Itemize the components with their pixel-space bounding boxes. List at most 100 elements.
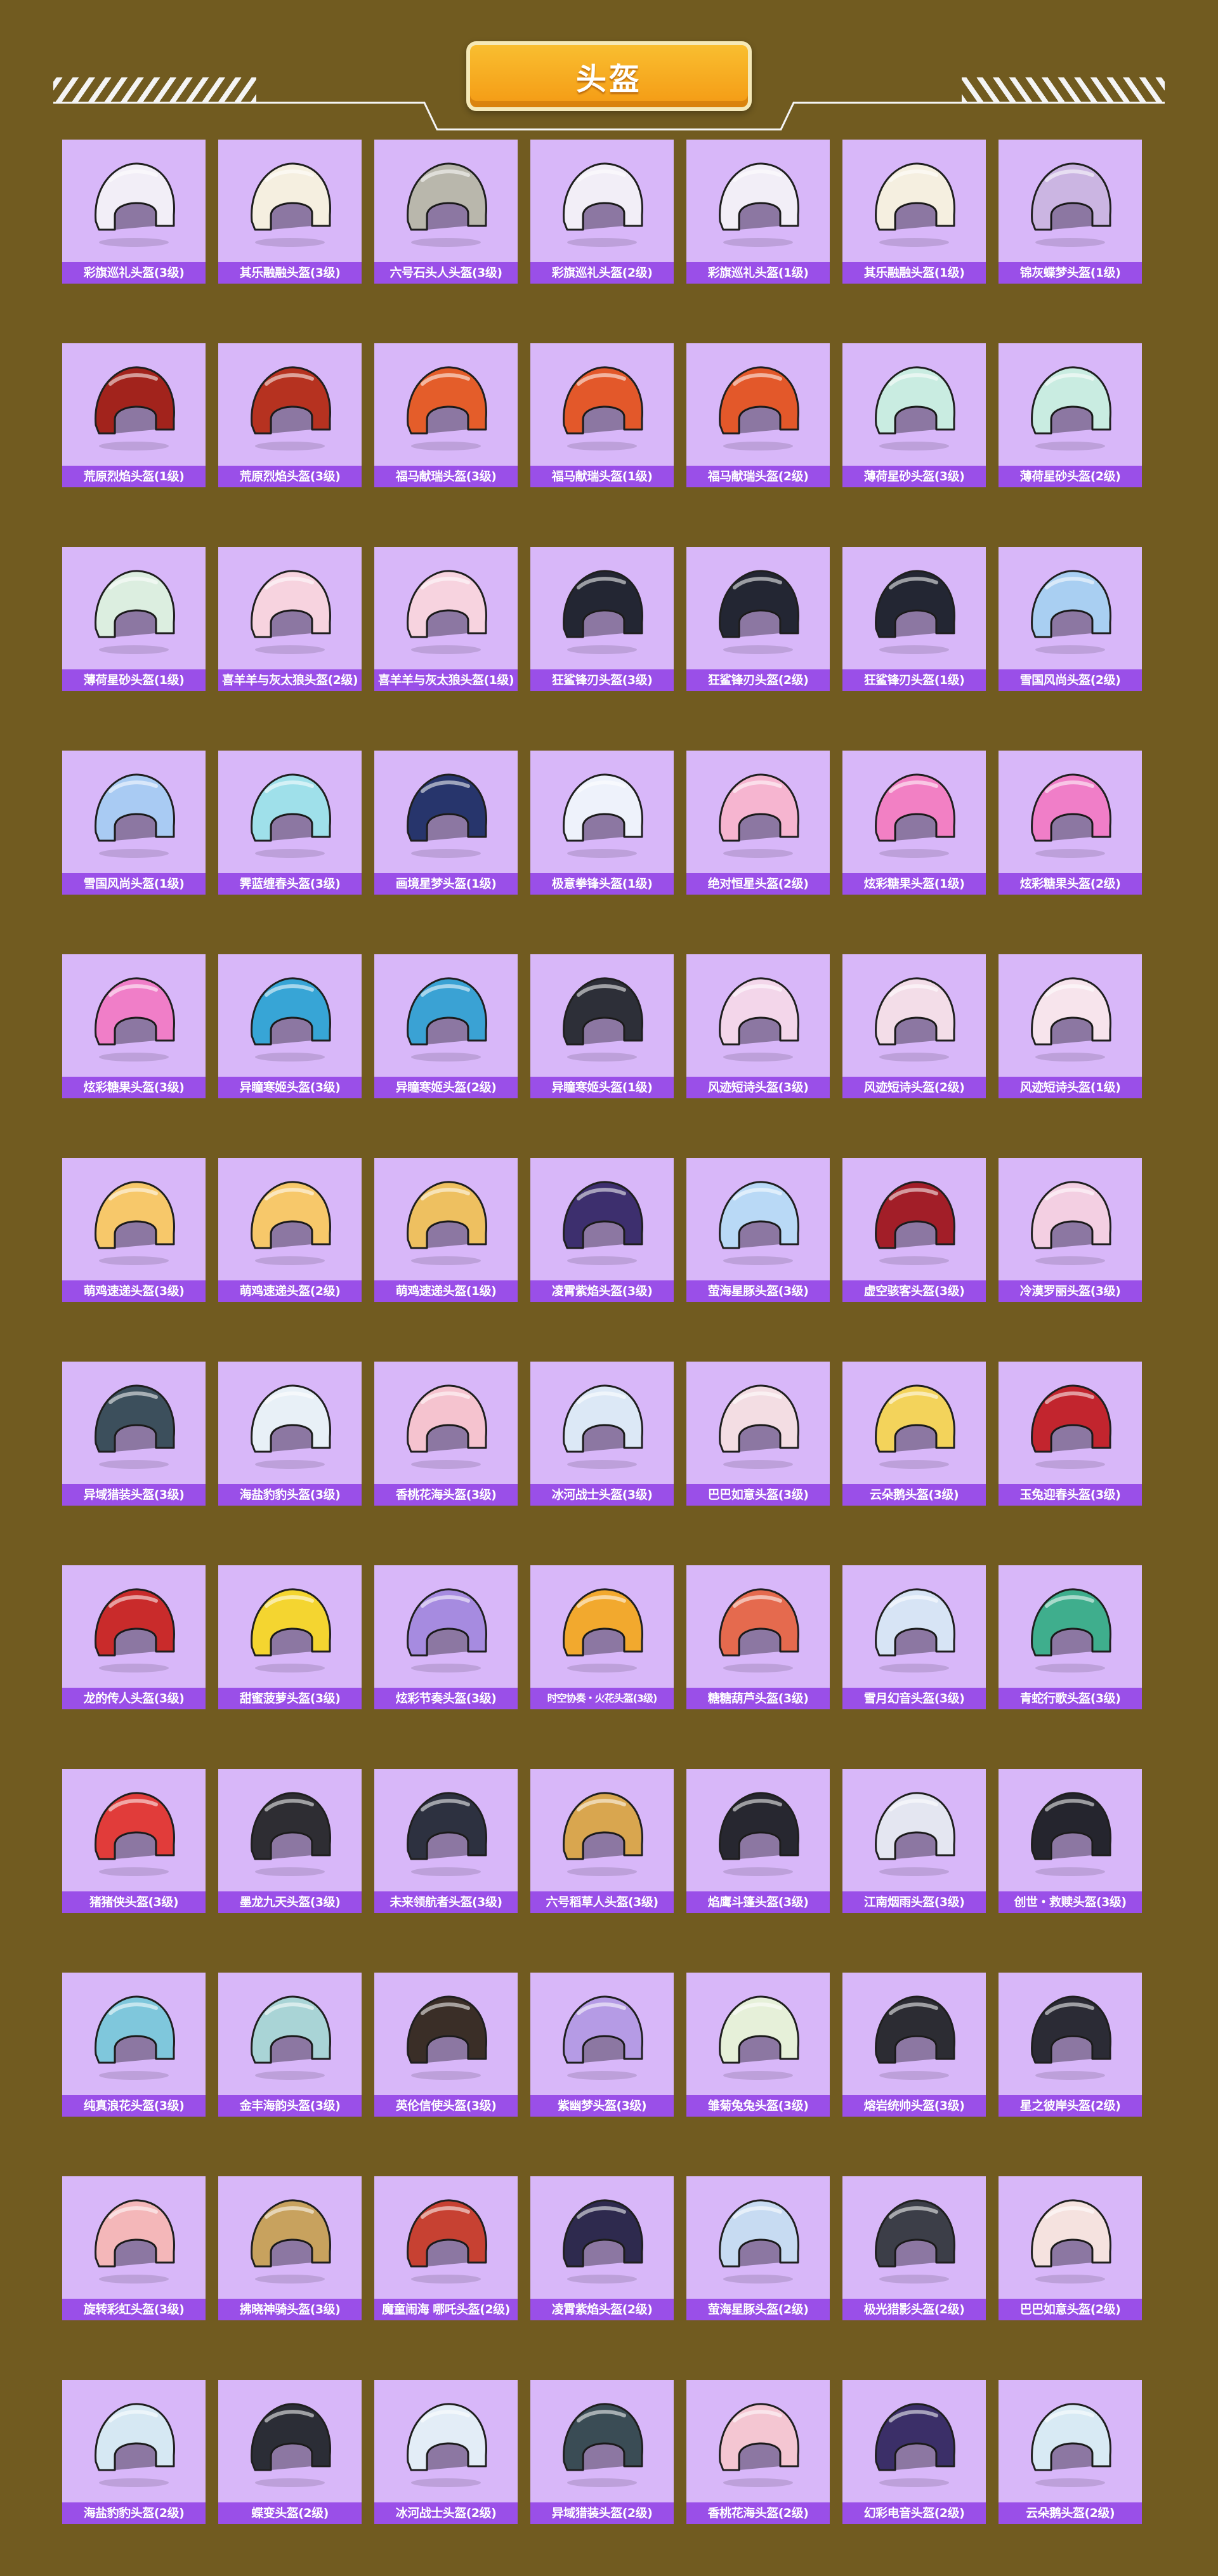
helmet-card[interactable]: 萌鸡速递头盔(1级) — [374, 1158, 518, 1302]
helmet-card[interactable]: 雪月幻音头盔(3级) — [842, 1565, 986, 1709]
helmet-card[interactable]: 异瞳寒姬头盔(3级) — [218, 954, 362, 1098]
helmet-card[interactable]: 霁蓝缠春头盔(3级) — [218, 751, 362, 895]
helmet-card[interactable]: 异瞳寒姬头盔(2级) — [374, 954, 518, 1098]
helmet-card[interactable]: 萤海星豚头盔(3级) — [686, 1158, 830, 1302]
helmet-card[interactable]: 极光猎影头盔(2级) — [842, 2176, 986, 2320]
helmet-card[interactable]: 金丰海韵头盔(3级) — [218, 1973, 362, 2117]
helmet-card[interactable]: 狂鲨锋刃头盔(2级) — [686, 547, 830, 691]
helmet-card[interactable]: 喜羊羊与灰太狼头盔(1级) — [374, 547, 518, 691]
helmet-card[interactable]: 龙的传人头盔(3级) — [62, 1565, 206, 1709]
helmet-card[interactable]: 星之彼岸头盔(2级) — [999, 1973, 1142, 2117]
helmet-card[interactable]: 英伦信使头盔(3级) — [374, 1973, 518, 2117]
helmet-card-label: 甜蜜菠萝头盔(3级) — [218, 1688, 362, 1709]
helmet-card[interactable]: 狂鲨锋刃头盔(1级) — [842, 547, 986, 691]
helmet-card[interactable]: 香桃花海头盔(2级) — [686, 2380, 830, 2524]
helmet-card[interactable]: 雏菊兔兔头盔(3级) — [686, 1973, 830, 2117]
helmet-level3-icon — [686, 1158, 830, 1283]
helmet-level3-icon — [218, 1362, 362, 1487]
helmet-card[interactable]: 紫幽梦头盔(3级) — [530, 1973, 674, 2117]
helmet-level3-icon — [62, 1362, 206, 1487]
helmet-grid: 彩旗巡礼头盔(3级) 其乐融融头盔(3级) 六号石头人头盔(3级) 彩旗巡礼头盔(2级… — [62, 140, 1142, 2524]
helmet-card[interactable]: 炫彩节奏头盔(3级) — [374, 1565, 518, 1709]
helmet-card[interactable]: 焰鹰斗篷头盔(3级) — [686, 1769, 830, 1913]
helmet-card[interactable]: 海盐豹豹头盔(3级) — [218, 1362, 362, 1506]
helmet-card[interactable]: 巴巴如意头盔(3级) — [686, 1362, 830, 1506]
helmet-card[interactable]: 异域猎装头盔(3级) — [62, 1362, 206, 1506]
helmet-card[interactable]: 冰河战士头盔(2级) — [374, 2380, 518, 2524]
helmet-card[interactable]: 时空协奏・火花头盔(3级) — [530, 1565, 674, 1709]
helmet-card[interactable]: 墨龙九天头盔(3级) — [218, 1769, 362, 1913]
helmet-card-label: 拂晓神骑头盔(3级) — [218, 2299, 362, 2320]
helmet-card[interactable]: 萤海星豚头盔(2级) — [686, 2176, 830, 2320]
helmet-card[interactable]: 其乐融融头盔(1级) — [842, 140, 986, 284]
helmet-card[interactable]: 薄荷星砂头盔(3级) — [842, 343, 986, 487]
helmet-card[interactable]: 画境星梦头盔(1级) — [374, 751, 518, 895]
helmet-card[interactable]: 拂晓神骑头盔(3级) — [218, 2176, 362, 2320]
helmet-card[interactable]: 雪国风尚头盔(1级) — [62, 751, 206, 895]
helmet-card[interactable]: 江南烟雨头盔(3级) — [842, 1769, 986, 1913]
helmet-card[interactable]: 虚空骇客头盔(3级) — [842, 1158, 986, 1302]
helmet-card[interactable]: 猪猪侠头盔(3级) — [62, 1769, 206, 1913]
helmet-card-label: 纯真浪花头盔(3级) — [62, 2095, 206, 2117]
helmet-card[interactable]: 甜蜜菠萝头盔(3级) — [218, 1565, 362, 1709]
page-title: 头盔 — [575, 62, 642, 97]
helmet-card-label: 极意拳锋头盔(1级) — [530, 873, 674, 895]
helmet-card[interactable]: 风迹短诗头盔(3级) — [686, 954, 830, 1098]
helmet-card[interactable]: 绝对恒星头盔(2级) — [686, 751, 830, 895]
helmet-card[interactable]: 未来领航者头盔(3级) — [374, 1769, 518, 1913]
helmet-card-label: 六号稻草人头盔(3级) — [530, 1891, 674, 1913]
helmet-card[interactable]: 六号稻草人头盔(3级) — [530, 1769, 674, 1913]
helmet-card[interactable]: 异瞳寒姬头盔(1级) — [530, 954, 674, 1098]
helmet-card[interactable]: 魔童闹海 哪吒头盔(2级) — [374, 2176, 518, 2320]
helmet-level3-icon — [530, 547, 674, 672]
helmet-card[interactable]: 云朵鹅头盔(2级) — [999, 2380, 1142, 2524]
helmet-card-label: 未来领航者头盔(3级) — [374, 1891, 518, 1913]
helmet-card[interactable]: 荒原烈焰头盔(3级) — [218, 343, 362, 487]
helmet-card[interactable]: 青蛇行歌头盔(3级) — [999, 1565, 1142, 1709]
helmet-card[interactable]: 萌鸡速递头盔(2级) — [218, 1158, 362, 1302]
helmet-card[interactable]: 彩旗巡礼头盔(3级) — [62, 140, 206, 284]
helmet-card[interactable]: 薄荷星砂头盔(2级) — [999, 343, 1142, 487]
helmet-card[interactable]: 云朵鹅头盔(3级) — [842, 1362, 986, 1506]
helmet-card[interactable]: 旋转彩虹头盔(3级) — [62, 2176, 206, 2320]
helmet-card[interactable]: 福马献瑞头盔(2级) — [686, 343, 830, 487]
helmet-card[interactable]: 凌霄紫焰头盔(2级) — [530, 2176, 674, 2320]
helmet-card[interactable]: 彩旗巡礼头盔(2级) — [530, 140, 674, 284]
helmet-card[interactable]: 薄荷星砂头盔(1级) — [62, 547, 206, 691]
helmet-card[interactable]: 六号石头人头盔(3级) — [374, 140, 518, 284]
helmet-card[interactable]: 异域猎装头盔(2级) — [530, 2380, 674, 2524]
helmet-level3-icon — [842, 343, 986, 468]
helmet-card[interactable]: 冰河战士头盔(3级) — [530, 1362, 674, 1506]
helmet-card[interactable]: 福马献瑞头盔(1级) — [530, 343, 674, 487]
helmet-card[interactable]: 糖糖葫芦头盔(3级) — [686, 1565, 830, 1709]
helmet-card[interactable]: 凌霄紫焰头盔(3级) — [530, 1158, 674, 1302]
helmet-card[interactable]: 香桃花海头盔(3级) — [374, 1362, 518, 1506]
helmet-card[interactable]: 巴巴如意头盔(2级) — [999, 2176, 1142, 2320]
helmet-card[interactable]: 炫彩糖果头盔(3级) — [62, 954, 206, 1098]
helmet-card[interactable]: 狂鲨锋刃头盔(3级) — [530, 547, 674, 691]
helmet-card[interactable]: 纯真浪花头盔(3级) — [62, 1973, 206, 2117]
helmet-card[interactable]: 炫彩糖果头盔(1级) — [842, 751, 986, 895]
helmet-card[interactable]: 福马献瑞头盔(3级) — [374, 343, 518, 487]
helmet-card[interactable]: 其乐融融头盔(3级) — [218, 140, 362, 284]
helmet-card[interactable]: 锦灰蝶梦头盔(1级) — [999, 140, 1142, 284]
helmet-card[interactable]: 雪国风尚头盔(2级) — [999, 547, 1142, 691]
helmet-card[interactable]: 风迹短诗头盔(1级) — [999, 954, 1142, 1098]
helmet-card[interactable]: 喜羊羊与灰太狼头盔(2级) — [218, 547, 362, 691]
helmet-card-label: 焰鹰斗篷头盔(3级) — [686, 1891, 830, 1913]
helmet-card[interactable]: 熔岩统帅头盔(3级) — [842, 1973, 986, 2117]
helmet-card[interactable]: 极意拳锋头盔(1级) — [530, 751, 674, 895]
helmet-card[interactable]: 风迹短诗头盔(2级) — [842, 954, 986, 1098]
helmet-card[interactable]: 蝶变头盔(2级) — [218, 2380, 362, 2524]
helmet-card[interactable]: 幻彩电音头盔(2级) — [842, 2380, 986, 2524]
helmet-card[interactable]: 荒原烈焰头盔(1级) — [62, 343, 206, 487]
helmet-card[interactable]: 创世・救赎头盔(3级) — [999, 1769, 1142, 1913]
helmet-card[interactable]: 冷漠罗丽头盔(3级) — [999, 1158, 1142, 1302]
helmet-card[interactable]: 彩旗巡礼头盔(1级) — [686, 140, 830, 284]
helmet-card[interactable]: 炫彩糖果头盔(2级) — [999, 751, 1142, 895]
helmet-card[interactable]: 玉兔迎春头盔(3级) — [999, 1362, 1142, 1506]
helmet-level3-icon — [374, 1362, 518, 1487]
helmet-card[interactable]: 海盐豹豹头盔(2级) — [62, 2380, 206, 2524]
helmet-level1-icon — [62, 343, 206, 468]
helmet-card[interactable]: 萌鸡速递头盔(3级) — [62, 1158, 206, 1302]
